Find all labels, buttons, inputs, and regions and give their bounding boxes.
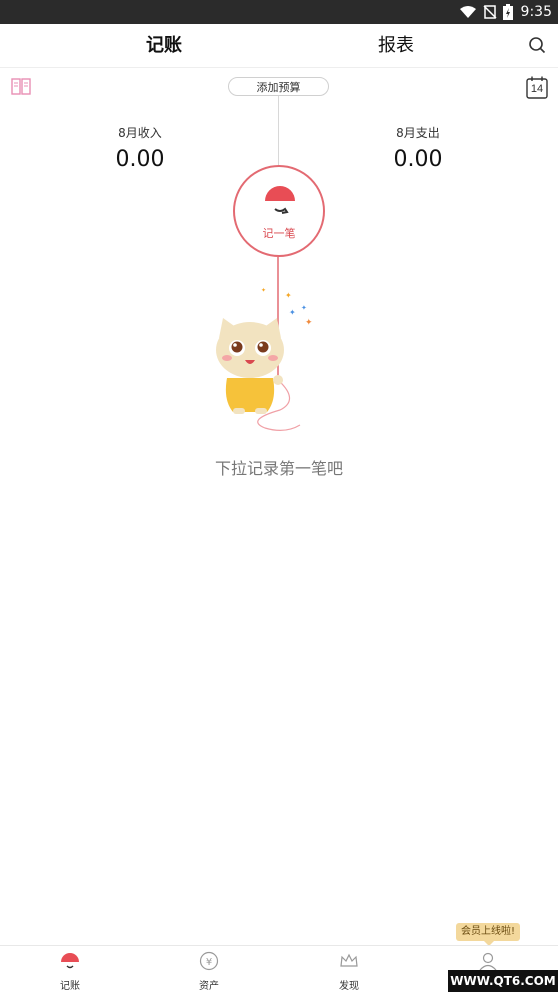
add-budget-button[interactable]: 添加预算 <box>228 77 329 96</box>
income-label: 8月收入 <box>118 126 162 140</box>
book-icon[interactable] <box>11 78 31 96</box>
status-time: 9:35 <box>520 4 552 20</box>
expense-label: 8月支出 <box>396 126 440 140</box>
svg-text:✦: ✦ <box>289 308 296 317</box>
cat-mascot-illustration: ✦ ✦ ✦ ✦ ✦ <box>216 257 313 431</box>
income-value: 0.00 <box>115 147 165 172</box>
income-summary: 8月收入 0.00 <box>100 124 180 172</box>
calendar-day: 14 <box>530 83 544 95</box>
record-entry-button[interactable]: 记一笔 <box>233 165 325 257</box>
ledger-balloon-icon <box>61 953 79 969</box>
tab-ledger[interactable]: 记账 <box>146 24 182 67</box>
svg-text:¥: ¥ <box>206 957 212 968</box>
svg-text:✦: ✦ <box>261 287 266 294</box>
svg-text:✦: ✦ <box>305 318 313 328</box>
status-bar: 9:35 <box>0 0 558 24</box>
wifi-icon <box>459 6 476 18</box>
watermark: WWW.QT6.COM <box>448 970 558 992</box>
nav-item-ledger[interactable]: 记账 <box>30 946 110 993</box>
nav-item-assets[interactable]: ¥ 资产 <box>169 946 249 993</box>
balloon-logo-icon <box>265 186 295 214</box>
calendar-button[interactable]: 14 <box>526 76 548 99</box>
search-icon[interactable] <box>528 36 546 54</box>
balloon-string-top <box>278 96 279 166</box>
top-tab-bar: 记账 报表 <box>0 24 558 68</box>
tab-report[interactable]: 报表 <box>378 24 414 67</box>
no-sim-icon <box>483 5 497 19</box>
expense-value: 0.00 <box>393 147 443 172</box>
svg-text:✦: ✦ <box>285 291 292 300</box>
nav-label-ledger: 记账 <box>60 981 80 992</box>
expense-summary: 8月支出 0.00 <box>378 124 458 172</box>
yuan-coin-icon: ¥ <box>199 951 219 971</box>
pull-down-hint: 下拉记录第一笔吧 <box>214 459 343 478</box>
battery-icon <box>502 4 513 20</box>
nav-label-discover: 发现 <box>339 981 359 992</box>
nav-item-discover[interactable]: 发现 <box>309 946 389 993</box>
profile-icon <box>479 952 497 971</box>
crown-icon <box>340 953 358 967</box>
member-badge[interactable]: 会员上线啦! <box>456 923 520 941</box>
svg-text:✦: ✦ <box>301 304 307 312</box>
record-label: 记一笔 <box>262 227 296 240</box>
nav-label-assets: 资产 <box>199 981 219 992</box>
